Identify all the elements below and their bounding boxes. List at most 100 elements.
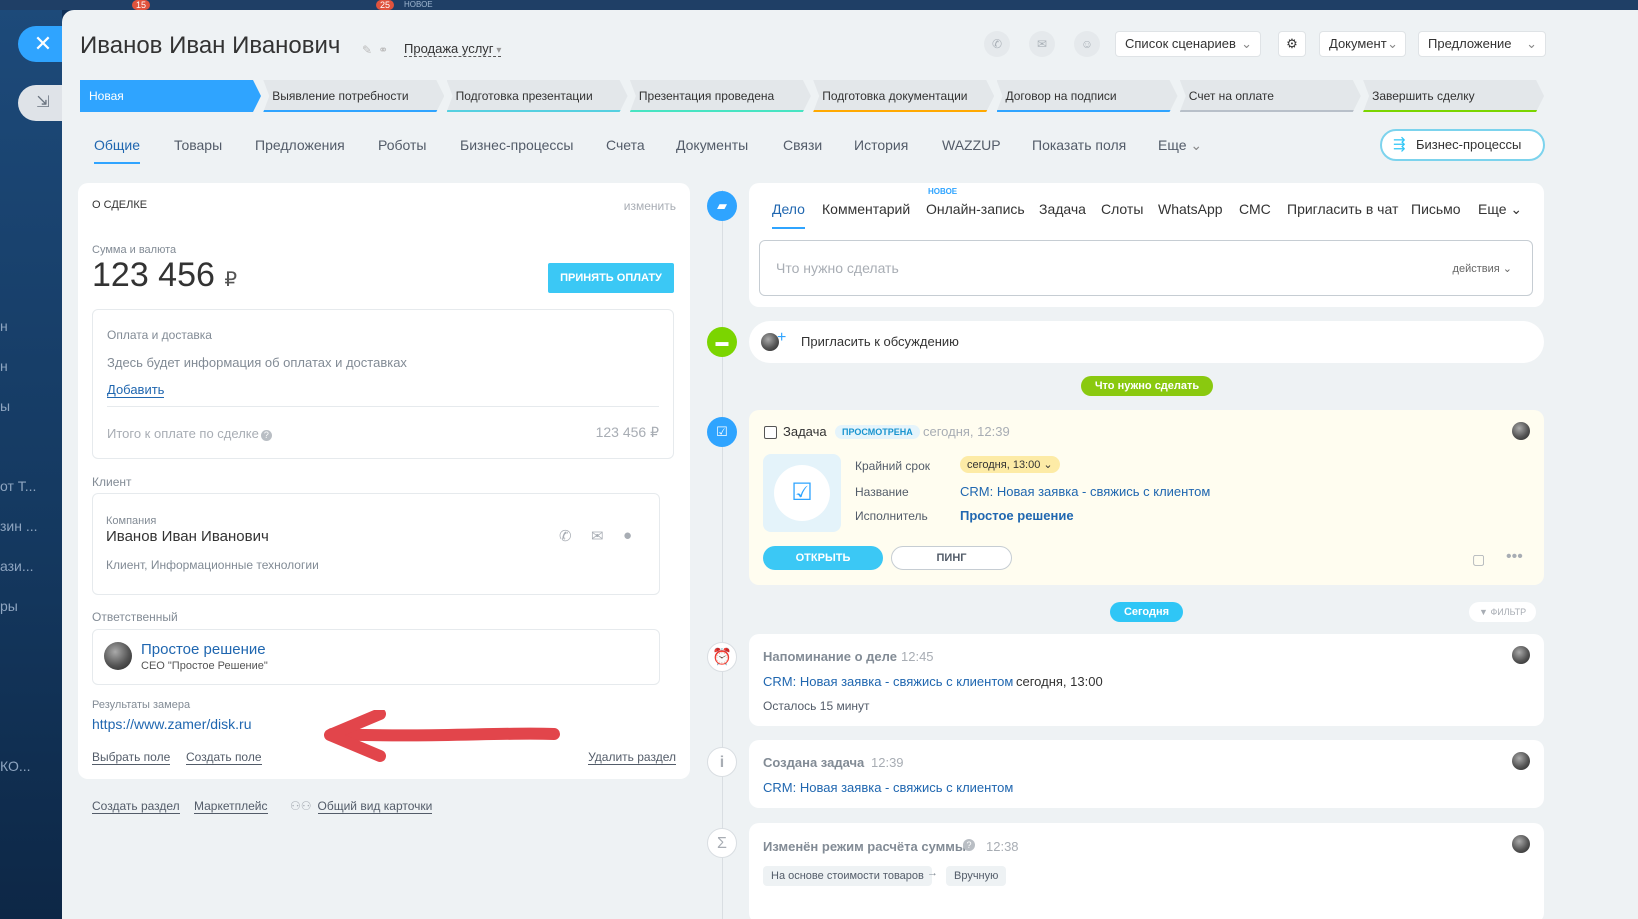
tab-10[interactable]: WAZZUP bbox=[942, 137, 1001, 153]
activity-tab-7[interactable]: СМС bbox=[1239, 201, 1271, 217]
minimize-slider-button[interactable]: ⇲ bbox=[18, 85, 62, 121]
accept-payment-button[interactable]: ПРИНЯТЬ ОПЛАТУ bbox=[548, 263, 674, 293]
tab-7[interactable]: Документы bbox=[676, 137, 748, 153]
invite-label: Пригласить к обсуждению bbox=[801, 334, 959, 349]
mail-icon[interactable]: ✉ bbox=[591, 527, 604, 545]
task-name-link[interactable]: CRM: Новая заявка - свяжись с клиентом bbox=[960, 484, 1210, 499]
measure-link[interactable]: https://www.zamer/disk.ru bbox=[92, 716, 252, 732]
chevron-down-icon: ⌄ bbox=[1506, 201, 1523, 217]
invite-bar[interactable]: + Пригласить к обсуждению bbox=[749, 321, 1544, 363]
tab-6[interactable]: Счета bbox=[606, 137, 645, 153]
avatar[interactable] bbox=[1512, 752, 1530, 770]
activity-tab-8[interactable]: Пригласить в чат bbox=[1287, 201, 1398, 217]
activity-tab-1[interactable]: Дело bbox=[772, 201, 805, 229]
stage-2[interactable]: Выявление потребности bbox=[263, 80, 444, 112]
payment-delivery-box: Оплата и доставка Здесь будет информация… bbox=[92, 309, 674, 459]
filter-button[interactable]: ▼ ФИЛЬТР bbox=[1469, 602, 1537, 622]
ping-button[interactable]: ПИНГ bbox=[891, 546, 1012, 570]
stage-7[interactable]: Счет на оплате bbox=[1180, 80, 1361, 112]
note-icon[interactable]: ▢ bbox=[1472, 551, 1485, 568]
business-processes-button[interactable]: ⇶ Бизнес-процессы bbox=[1380, 129, 1545, 161]
activity-tab-2[interactable]: Комментарий bbox=[822, 201, 910, 217]
executor-label: Исполнитель bbox=[855, 509, 928, 523]
activity-tab-5[interactable]: Слоты bbox=[1101, 201, 1143, 217]
stage-1[interactable]: Новая bbox=[80, 80, 261, 112]
amount-number: 123 456 bbox=[92, 256, 215, 294]
stage-4[interactable]: Презентация проведена bbox=[630, 80, 811, 112]
activity-tab-9[interactable]: Письмо bbox=[1411, 201, 1461, 217]
created-link[interactable]: CRM: Новая заявка - свяжись с клиентом bbox=[763, 780, 1013, 795]
create-field-link[interactable]: Создать поле bbox=[186, 750, 262, 765]
phone-icon[interactable]: ✆ bbox=[559, 527, 572, 545]
avatar[interactable] bbox=[1512, 646, 1530, 664]
tab-2[interactable]: Товары bbox=[174, 137, 222, 153]
deadline-badge[interactable]: сегодня, 13:00 ⌄ bbox=[960, 456, 1060, 473]
stage-3[interactable]: Подготовка презентации bbox=[447, 80, 628, 112]
settings-button[interactable]: ⚙ bbox=[1278, 31, 1306, 57]
tab-3[interactable]: Предложения bbox=[255, 137, 345, 153]
reminder-link[interactable]: CRM: Новая заявка - свяжись с клиентом bbox=[763, 674, 1013, 689]
phone-icon[interactable]: ✆ bbox=[984, 31, 1010, 57]
activity-tab-label: Дело bbox=[772, 201, 805, 217]
edit-section-link[interactable]: изменить bbox=[624, 199, 676, 213]
tab-5[interactable]: Бизнес-процессы bbox=[460, 137, 573, 153]
link-icon[interactable]: ⚭ bbox=[378, 43, 394, 57]
activity-tab-label: Задача bbox=[1039, 201, 1086, 217]
help-icon[interactable]: ? bbox=[963, 839, 975, 851]
tab-12[interactable]: Еще ⌄ bbox=[1158, 137, 1202, 154]
responsible-name[interactable]: Простое решение bbox=[141, 641, 266, 658]
today-pill: Сегодня bbox=[1110, 602, 1183, 622]
deal-info-panel: О СДЕЛКЕ изменить Сумма и валюта 123 456… bbox=[78, 183, 690, 779]
offer-dropdown[interactable]: Предложение ⌄ bbox=[1418, 31, 1546, 57]
bg-menu-item: зин ... bbox=[0, 518, 38, 534]
responsible-label: Ответственный bbox=[92, 610, 178, 624]
card-view-link[interactable]: ⚇⚇ Общий вид карточки bbox=[290, 799, 433, 814]
pencil-icon[interactable]: ✎ bbox=[362, 43, 378, 57]
amount-label: Сумма и валюта bbox=[92, 244, 177, 256]
deal-title: Иванов Иван Иванович bbox=[80, 32, 341, 59]
tab-4[interactable]: Роботы bbox=[378, 137, 426, 153]
close-icon: ✕ bbox=[33, 31, 53, 56]
executor-link[interactable]: Простое решение bbox=[960, 508, 1074, 523]
avatar[interactable] bbox=[1512, 422, 1530, 440]
tab-8[interactable]: Связи bbox=[783, 137, 822, 153]
avatar[interactable] bbox=[104, 642, 132, 670]
help-icon[interactable]: ? bbox=[260, 430, 272, 441]
stage-5[interactable]: Подготовка документации bbox=[813, 80, 994, 112]
scenarios-dropdown[interactable]: Список сценариев ⌄ bbox=[1115, 31, 1261, 57]
bg-menu-item: ы bbox=[0, 398, 11, 414]
category-select[interactable]: Продажа услуг bbox=[404, 41, 502, 57]
close-slider-button[interactable]: ✕ bbox=[18, 26, 62, 62]
open-task-button[interactable]: ОТКРЫТЬ bbox=[763, 546, 883, 570]
stage-8[interactable]: Завершить сделку bbox=[1363, 80, 1544, 112]
mail-icon[interactable]: ✉ bbox=[1029, 31, 1055, 57]
chat-icon[interactable]: ☺ bbox=[1074, 31, 1100, 57]
company-name[interactable]: Иванов Иван Иванович bbox=[106, 528, 269, 545]
activity-tab-6[interactable]: WhatsApp bbox=[1158, 201, 1223, 217]
chat-icon[interactable]: ● bbox=[623, 527, 632, 544]
activity-tab-3[interactable]: Онлайн-запись bbox=[926, 201, 1025, 217]
document-label: Документ bbox=[1329, 36, 1387, 51]
title-edit-icons[interactable]: ✎⚭ bbox=[362, 43, 394, 57]
activity-input[interactable]: Что нужно сделать действия ⌄ bbox=[759, 240, 1533, 296]
avatar[interactable] bbox=[1512, 835, 1530, 853]
delete-section-link[interactable]: Удалить раздел bbox=[588, 750, 676, 765]
add-payment-link[interactable]: Добавить bbox=[107, 382, 165, 398]
gear-icon: ⚙ bbox=[1286, 36, 1298, 51]
stage-6[interactable]: Договор на подписи bbox=[997, 80, 1178, 112]
tab-9[interactable]: История bbox=[854, 137, 908, 153]
tab-11[interactable]: Показать поля bbox=[1032, 137, 1126, 153]
activity-tab-4[interactable]: Задача bbox=[1039, 201, 1086, 217]
chevron-down-icon: ⌄ bbox=[1387, 36, 1398, 51]
activity-tab-10[interactable]: Еще ⌄ bbox=[1478, 201, 1522, 218]
create-section-link[interactable]: Создать раздел bbox=[92, 799, 180, 814]
task-illustration: ☑ bbox=[763, 454, 841, 532]
task-checkbox[interactable] bbox=[764, 426, 777, 439]
document-dropdown[interactable]: Документ ⌄ bbox=[1319, 31, 1406, 57]
marketplace-link[interactable]: Маркетплейс bbox=[194, 799, 268, 814]
tab-label: WAZZUP bbox=[942, 137, 1001, 153]
tab-1[interactable]: Общие bbox=[94, 137, 141, 164]
more-icon[interactable]: ••• bbox=[1506, 548, 1523, 566]
actions-dropdown[interactable]: действия ⌄ bbox=[1453, 262, 1512, 275]
choose-field-link[interactable]: Выбрать поле bbox=[92, 750, 171, 765]
